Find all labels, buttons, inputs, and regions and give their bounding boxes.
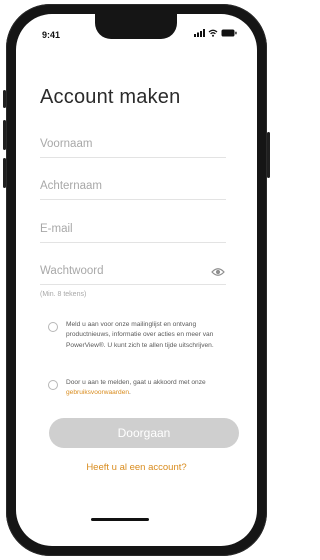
battery-icon [221, 29, 237, 37]
volume-down-button [3, 158, 6, 188]
newsletter-checkbox[interactable] [48, 322, 58, 332]
terms-link[interactable]: gebruiksvoorwaarden [66, 389, 129, 396]
lastname-underline [40, 199, 226, 200]
email-input[interactable]: E-mail [40, 223, 73, 235]
password-underline [40, 284, 226, 285]
status-icons [194, 29, 237, 37]
terms-text: Door u aan te melden, gaat u akkoord met… [66, 378, 232, 399]
terms-suffix: . [129, 389, 131, 397]
lastname-input[interactable]: Achternaam [40, 180, 102, 192]
page-title: Account maken [40, 86, 181, 108]
show-password-icon[interactable] [211, 264, 225, 282]
newsletter-text: Meld u aan voor onze mailinglijst en ont… [66, 321, 214, 349]
terms-label: Door u aan te melden, gaat u akkoord met… [66, 379, 206, 386]
password-input[interactable]: Wachtwoord [40, 265, 104, 277]
notch [95, 14, 177, 39]
password-hint: (Min. 8 tekens) [40, 291, 87, 298]
continue-button[interactable]: Doorgaan [49, 418, 239, 448]
volume-up-button [3, 120, 6, 150]
mute-switch [3, 90, 6, 108]
wifi-icon [208, 29, 218, 37]
firstname-underline [40, 157, 226, 158]
power-button [267, 132, 270, 178]
status-time: 9:41 [42, 30, 61, 40]
terms-checkbox[interactable] [48, 380, 58, 390]
email-underline [40, 242, 226, 243]
firstname-input[interactable]: Voornaam [40, 138, 92, 150]
signal-icon [194, 29, 205, 37]
login-link[interactable]: Heeft u al een account? [0, 462, 273, 473]
home-indicator [91, 518, 149, 521]
